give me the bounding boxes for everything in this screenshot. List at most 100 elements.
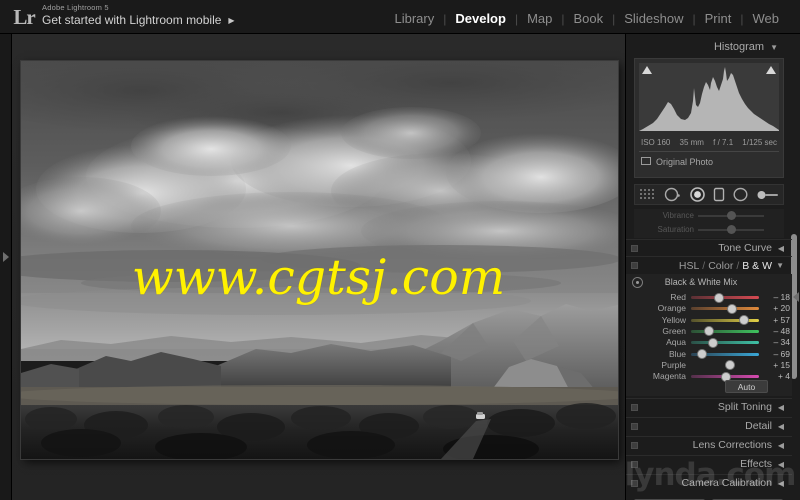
develop-photo[interactable] (21, 61, 618, 459)
bw-mix-slider-knob-orange[interactable] (726, 303, 737, 314)
module-book[interactable]: Book (564, 11, 612, 26)
effects-panel-header[interactable]: Effects ◀ (626, 455, 792, 472)
camera-calibration-panel-switch[interactable] (631, 480, 638, 487)
right-panel-collapse-arrow-icon[interactable] (793, 292, 799, 302)
bw-mix-value-yellow[interactable]: + 57 (766, 314, 790, 326)
hsl-slash-1: / (702, 260, 706, 272)
chevron-down-icon[interactable]: ▼ (770, 43, 778, 52)
camera-calibration-title: Camera Calibration (681, 477, 772, 489)
chevron-down-icon[interactable]: ▼ (776, 257, 784, 275)
bw-mix-row-purple[interactable]: Purple + 15 (626, 359, 792, 371)
bw-mix-slider-knob-blue[interactable] (696, 349, 707, 359)
hsl-panel-switch[interactable] (631, 262, 638, 269)
module-web[interactable]: Web (744, 11, 789, 26)
module-develop[interactable]: Develop (446, 11, 515, 26)
split-toning-panel-switch[interactable] (631, 404, 638, 411)
detail-panel-header[interactable]: Detail ◀ (626, 417, 792, 434)
identity-plate-label: Get started with Lightroom mobile (42, 13, 222, 27)
bw-mix-value-purple[interactable]: + 15 (766, 359, 790, 371)
bw-mix-value-red[interactable]: – 18 (766, 291, 790, 303)
left-panel-collapsed[interactable] (0, 34, 12, 500)
effects-panel-switch[interactable] (631, 461, 638, 468)
lens-corrections-panel-header[interactable]: Lens Corrections ◀ (626, 436, 792, 453)
camera-calibration-panel-header[interactable]: Camera Calibration ◀ (626, 474, 792, 491)
graduated-filter-tool-icon[interactable] (713, 187, 725, 202)
original-photo-toggle[interactable]: Original Photo (641, 155, 713, 169)
chevron-left-icon[interactable]: ◀ (778, 437, 784, 454)
exif-iso: ISO 160 (641, 138, 671, 147)
original-photo-icon (641, 157, 651, 165)
basic-panel-dimmed-tail: Vibrance Saturation (634, 209, 784, 238)
lens-corrections-panel-switch[interactable] (631, 442, 638, 449)
effects-title: Effects (740, 458, 772, 470)
bw-tab[interactable]: B & W (742, 260, 772, 272)
identity-plate[interactable]: Adobe Lightroom 5 Get started with Light… (42, 2, 235, 28)
bw-mix-value-green[interactable]: – 48 (766, 325, 790, 337)
bw-mix-slider-track-green[interactable] (691, 329, 759, 333)
bw-mix-row-aqua[interactable]: Aqua – 34 (626, 336, 792, 348)
detail-panel-switch[interactable] (631, 423, 638, 430)
saturation-label: Saturation (657, 225, 694, 234)
auto-button[interactable]: Auto (725, 380, 768, 393)
right-panel: Histogram ▼ ISO 160 35 mm f / 7.1 1/125 s… (625, 34, 800, 500)
bw-mix-slider-track-aqua[interactable] (691, 341, 759, 345)
chevron-left-icon[interactable]: ◀ (778, 475, 784, 492)
bw-mix-slider-knob-yellow[interactable] (739, 315, 750, 326)
bw-mix-label-red: Red (670, 292, 686, 302)
adjustment-brush-tool-icon[interactable] (757, 189, 779, 201)
vibrance-slider-knob[interactable] (727, 211, 736, 220)
left-panel-expand-arrow-icon[interactable] (3, 252, 9, 262)
spot-removal-tool-icon[interactable] (664, 187, 681, 202)
bw-mix-value-magenta[interactable]: + 4 (766, 370, 790, 382)
color-tab[interactable]: Color (708, 260, 733, 272)
chevron-left-icon[interactable]: ◀ (778, 399, 784, 416)
vibrance-row[interactable]: Vibrance (634, 210, 784, 222)
right-panel-button-bar: Previous Reset (626, 496, 792, 500)
photo-frame[interactable] (21, 61, 618, 459)
exif-shutter-speed: 1/125 sec (742, 138, 777, 147)
crop-overlay-tool-icon[interactable] (639, 188, 656, 202)
identity-plate-arrow-icon[interactable]: ▶ (228, 13, 234, 28)
bw-mix-label-magenta: Magenta (652, 371, 686, 382)
bw-mix-slider-knob-green[interactable] (703, 326, 714, 337)
saturation-value (766, 224, 780, 230)
bw-mix-value-aqua[interactable]: – 34 (766, 336, 790, 348)
chevron-left-icon[interactable]: ◀ (778, 240, 784, 257)
bw-mix-slider-track-orange[interactable] (691, 307, 759, 311)
bw-mix-value-orange[interactable]: + 20 (766, 302, 790, 314)
histogram-plot[interactable] (639, 63, 779, 131)
bw-mix-row-blue[interactable]: Blue – 69 (626, 348, 792, 360)
bw-mix-row-green[interactable]: Green – 48 (626, 325, 792, 337)
bw-mix-slider-knob-purple[interactable] (725, 360, 736, 371)
histogram-panel-header[interactable]: Histogram ▼ (626, 39, 786, 55)
bw-mix-slider-knob-aqua[interactable] (708, 337, 719, 348)
identity-plate-text: Get started with Lightroom mobile ▶ (42, 13, 235, 28)
bw-mix-slider-knob-red[interactable] (713, 292, 724, 303)
red-eye-correction-tool-icon[interactable] (690, 187, 705, 202)
hsl-tab[interactable]: HSL (679, 260, 699, 272)
module-print[interactable]: Print (696, 11, 741, 26)
split-toning-panel-header[interactable]: Split Toning ◀ (626, 398, 792, 415)
tone-curve-panel-switch[interactable] (631, 245, 638, 252)
identity-bar: Lr Adobe Lightroom 5 Get started with Li… (0, 0, 800, 34)
saturation-slider-knob[interactable] (727, 225, 736, 234)
bw-mix-slider-track-red[interactable] (691, 296, 759, 299)
bw-mix-row-red[interactable]: Red – 18 (626, 291, 792, 303)
module-slideshow[interactable]: Slideshow (615, 11, 692, 26)
bw-mix-value-blue[interactable]: – 69 (766, 348, 790, 360)
tone-curve-panel-header[interactable]: Tone Curve ◀ (626, 239, 792, 256)
chevron-left-icon[interactable]: ◀ (778, 456, 784, 473)
bw-mix-label-yellow: Yellow (661, 314, 686, 325)
histogram-curve (639, 67, 779, 131)
vibrance-value (766, 210, 780, 216)
bw-mix-row-yellow[interactable]: Yellow + 57 (626, 314, 792, 326)
saturation-row[interactable]: Saturation (634, 224, 784, 236)
highlight-clipping-indicator-icon[interactable] (766, 66, 776, 74)
module-map[interactable]: Map (518, 11, 561, 26)
hsl-color-bw-panel-header[interactable]: HSL / Color / B & W ▼ (626, 256, 792, 274)
module-library[interactable]: Library (385, 11, 443, 26)
radial-filter-tool-icon[interactable] (733, 187, 748, 202)
shadow-clipping-indicator-icon[interactable] (642, 66, 652, 74)
chevron-left-icon[interactable]: ◀ (778, 418, 784, 435)
bw-mix-row-orange[interactable]: Orange + 20 (626, 302, 792, 314)
